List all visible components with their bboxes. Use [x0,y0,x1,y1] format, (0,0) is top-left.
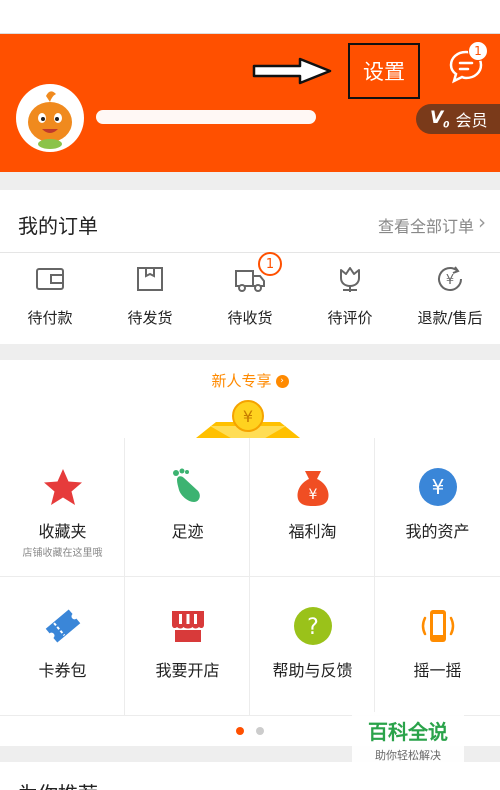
order-label: 待收货 [227,309,273,327]
view-all-orders-link[interactable]: 查看全部订单 [378,213,474,237]
service-label: 卡券包 [38,661,87,680]
newbie-banner[interactable]: 新人专享 › ¥ [0,360,500,438]
footprint-icon [173,468,200,502]
service-label: 我的资产 [405,522,470,541]
service-label: 福利淘 [288,522,337,541]
watermark-sub: 助你轻松解决 [375,749,441,762]
yuan-coin-icon: ¥ [419,468,457,506]
order-pending-review[interactable]: 待评价 [300,262,400,332]
profile-header: 设置 1 V0 会员 [0,34,500,172]
service-label: 帮助与反馈 [272,661,353,680]
recommend-title: 为你推荐 [18,778,98,790]
service-label: 收藏夹 [38,522,87,541]
watermark-logo: 百科全说 助你轻松解决 [352,712,464,764]
svg-text:¥: ¥ [243,407,253,426]
order-label: 退款/售后 [417,309,483,327]
newbie-title: 新人专享 › [0,370,500,391]
services-grid: 收藏夹 店铺收藏在这里哦 足迹 ¥ 福利淘 ¥ 我的资产 卡券包 我要开店 ? … [0,438,500,716]
service-sublabel: 店铺收藏在这里哦 [22,548,103,559]
vip-badge[interactable]: V0 会员 [416,104,500,134]
red-envelope-icon: ¥ [196,400,300,438]
page-dot[interactable] [256,727,264,735]
avatar[interactable] [16,84,84,152]
order-label: 待评价 [327,309,373,327]
username-redacted[interactable] [96,106,326,128]
order-label: 待付款 [27,309,73,327]
order-pending-payment[interactable]: 待付款 [0,262,100,332]
svg-text:?: ? [307,615,319,640]
tulip-icon [340,267,360,292]
service-open-shop[interactable]: 我要开店 [125,577,250,716]
service-label: 我要开店 [155,661,220,680]
order-label: 待发货 [127,309,173,327]
chevron-right-icon[interactable]: › [478,210,486,234]
money-bag-icon: ¥ [297,471,329,506]
ticket-icon [45,609,81,643]
service-label: 摇一摇 [413,661,462,680]
redaction-mark [96,110,316,124]
order-badge: 1 [258,252,282,276]
service-welfare[interactable]: ¥ 福利淘 [250,438,375,577]
watermark-main: 百科全说 [368,720,448,744]
status-bar [0,0,500,34]
order-pending-receipt[interactable]: 1 待收货 [200,252,300,332]
service-coupons[interactable]: 卡券包 [0,577,125,716]
package-icon [137,267,163,291]
wallet-icon [36,268,64,290]
orders-title: 我的订单 [18,214,98,238]
arrow-circle-icon: › [275,375,289,388]
service-help-feedback[interactable]: ? 帮助与反馈 [250,577,375,716]
shake-phone-icon [421,610,455,642]
order-pending-shipment[interactable]: 待发货 [100,262,200,332]
page-dot-active[interactable] [236,727,244,735]
divider [0,252,500,253]
mascot-avatar-icon [17,85,83,151]
service-label: 足迹 [171,522,204,541]
star-icon [44,469,82,505]
refund-icon: ¥ [438,266,462,291]
message-badge: 1 [468,41,488,61]
help-icon: ? [294,607,332,645]
vip-level-icon: V0 [430,107,450,131]
svg-text:¥: ¥ [309,487,318,503]
svg-text:¥: ¥ [432,475,445,499]
svg-text:¥: ¥ [446,273,454,288]
recommend-section: 为你推荐 [0,762,500,790]
arrow-annotation [252,57,332,85]
service-assets[interactable]: ¥ 我的资产 [375,438,500,577]
service-shake[interactable]: 摇一摇 [375,577,500,716]
settings-button[interactable]: 设置 [348,43,420,99]
my-orders-card: 我的订单 查看全部订单 › 待付款 待发货 1 待收货 待评价 ¥ 退款/售后 [0,190,500,344]
shop-icon [172,611,204,642]
order-refund[interactable]: ¥ 退款/售后 [400,262,500,332]
service-favorites[interactable]: 收藏夹 店铺收藏在这里哦 [0,438,125,577]
vip-label: 会员 [455,111,488,130]
service-footprints[interactable]: 足迹 [125,438,250,577]
